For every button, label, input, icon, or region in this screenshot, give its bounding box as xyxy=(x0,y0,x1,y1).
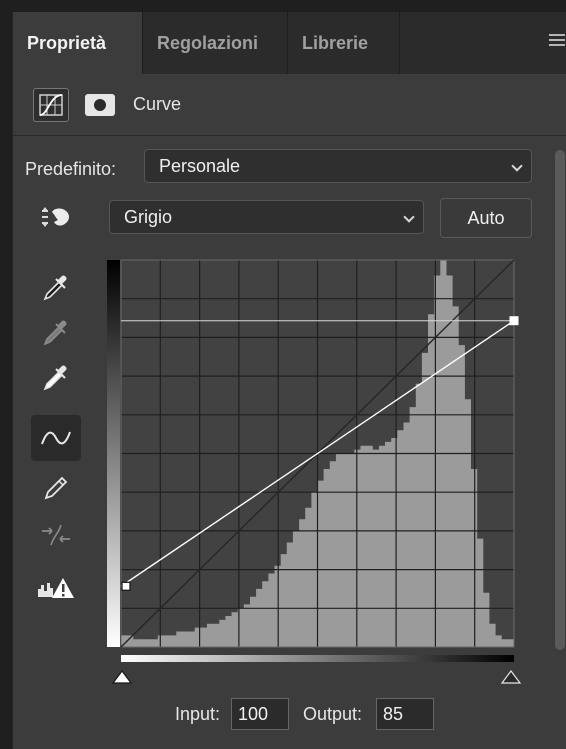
preset-value: Personale xyxy=(159,156,241,176)
tab-proprieta[interactable]: Proprietà xyxy=(13,12,143,74)
properties-panel: Proprietà Regolazioni Librerie Curve Pre… xyxy=(12,12,566,749)
scrollbar[interactable] xyxy=(553,140,566,740)
curve-graph[interactable] xyxy=(107,255,523,695)
clipping-warning-icon[interactable] xyxy=(31,565,81,611)
panel-title: Curve xyxy=(133,94,182,114)
black-point-slider[interactable] xyxy=(111,670,133,684)
channel-value: Grigio xyxy=(124,207,173,227)
white-point-slider[interactable] xyxy=(500,670,522,684)
preset-label: Predefinito: xyxy=(25,159,117,179)
preset-dropdown[interactable]: Personale xyxy=(144,149,532,183)
adjustment-header: Curve xyxy=(13,74,566,136)
output-field[interactable] xyxy=(376,698,434,730)
output-gradient-bar xyxy=(107,260,120,647)
input-output-row: Input: Output: xyxy=(13,698,566,730)
smooth-curve-icon[interactable] xyxy=(31,512,81,558)
draw-curve-pencil-icon[interactable] xyxy=(31,465,81,511)
white-point-eyedropper-icon[interactable] xyxy=(31,355,81,401)
layer-mask-icon[interactable] xyxy=(85,94,115,116)
panel-menu-icon[interactable] xyxy=(549,34,565,48)
tab-regolazioni[interactable]: Regolazioni xyxy=(143,12,288,74)
curve-point[interactable] xyxy=(509,316,519,326)
chevron-down-icon xyxy=(511,160,523,172)
gray-point-eyedropper-icon[interactable] xyxy=(31,310,81,356)
tab-librerie[interactable]: Librerie xyxy=(288,12,400,74)
curve-point[interactable] xyxy=(121,581,131,591)
input-field[interactable] xyxy=(231,698,289,730)
input-gradient-bar xyxy=(121,655,514,662)
scrollbar-thumb[interactable] xyxy=(555,150,565,650)
on-image-adjust-icon[interactable] xyxy=(31,194,81,240)
black-point-eyedropper-icon[interactable] xyxy=(31,265,81,311)
edit-points-curve-icon[interactable] xyxy=(31,415,81,461)
auto-button[interactable]: Auto xyxy=(440,198,532,238)
channel-dropdown[interactable]: Grigio xyxy=(109,200,424,234)
output-label: Output: xyxy=(303,704,363,724)
tab-bar: Proprietà Regolazioni Librerie xyxy=(13,12,566,74)
chevron-down-icon xyxy=(403,211,415,223)
input-label: Input: xyxy=(175,704,221,724)
curves-adjustment-icon[interactable] xyxy=(33,88,69,122)
